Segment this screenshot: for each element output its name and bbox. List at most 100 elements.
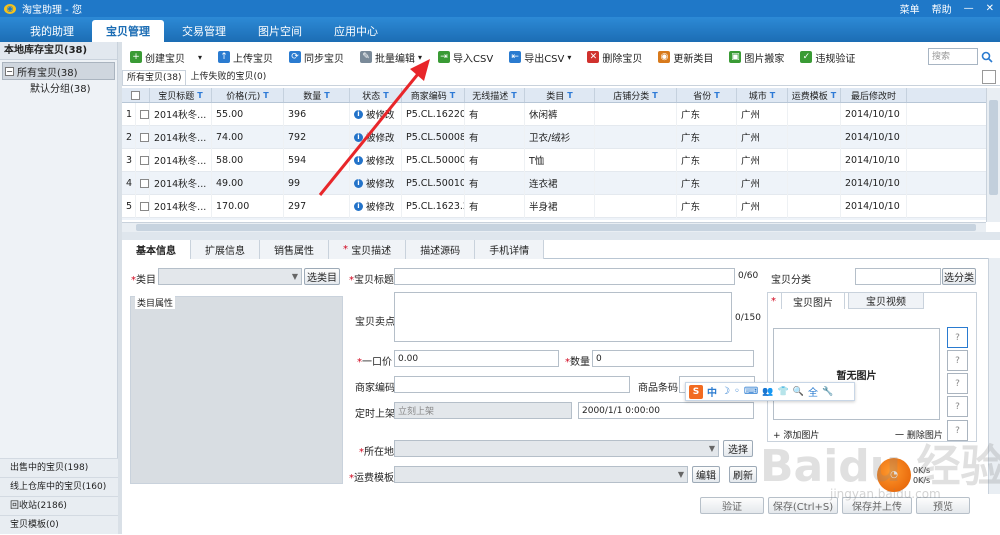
location-select-button[interactable]: 选择 (723, 440, 753, 457)
schedule-select[interactable]: 立刻上架 (394, 402, 572, 419)
tab-extended-info[interactable]: 扩展信息 (191, 240, 260, 259)
column-header[interactable]: 运费模板 T (788, 88, 841, 102)
column-header[interactable]: 无线描述 T (465, 88, 525, 102)
row-checkbox[interactable] (140, 178, 149, 188)
add-image-link[interactable]: + 添加图片 (773, 428, 819, 441)
tab-sales-attributes[interactable]: 销售属性 (260, 240, 329, 259)
column-header[interactable]: 价格(元) T (212, 88, 284, 102)
search-input[interactable]: 搜索 (928, 48, 978, 65)
sync-item-button[interactable]: ⟳ 同步宝贝 (281, 47, 352, 67)
skin-icon[interactable]: 👕 (778, 387, 789, 397)
select-category-button[interactable]: 选类目 (304, 268, 340, 285)
row-checkbox[interactable] (140, 109, 149, 119)
left-item-warehouse[interactable]: 线上仓库中的宝贝(160) (0, 477, 118, 496)
filter-icon[interactable]: T (263, 91, 268, 100)
merchant-code-input[interactable] (394, 376, 630, 393)
search-icon[interactable]: 🔍 (793, 387, 804, 397)
close-button[interactable]: ✕ (986, 3, 994, 14)
scroll-thumb[interactable] (136, 224, 976, 231)
selling-point-textarea[interactable] (394, 292, 732, 342)
scroll-thumb[interactable] (989, 100, 998, 195)
tab-description-source[interactable]: 描述源码 (406, 240, 476, 259)
search-icon[interactable] (978, 48, 996, 65)
upload-item-button[interactable]: ↑ 上传宝贝 (210, 47, 281, 67)
table-row[interactable] (122, 218, 986, 220)
column-header[interactable]: 类目 T (525, 88, 595, 102)
minimize-button[interactable]: — (964, 3, 974, 14)
row-checkbox[interactable] (140, 201, 149, 211)
moon-icon[interactable]: ☽ (721, 386, 730, 397)
filter-icon[interactable]: T (197, 91, 202, 100)
image-thumb-5[interactable]: ? (947, 420, 968, 441)
tab-item-description[interactable]: * 宝贝描述 (329, 240, 407, 259)
preview-button[interactable]: 预览 (916, 496, 970, 514)
tab-all-items[interactable]: 所有宝贝(38) (122, 70, 187, 85)
left-item-template[interactable]: 宝贝模板(0) (0, 515, 118, 534)
image-thumb-4[interactable]: ? (947, 396, 968, 417)
table-row[interactable]: 4 2014秋冬... 49.00 99 i被修改 P5.CL.500108... 有 连衣裙… (122, 171, 986, 195)
nav-tab-item-management[interactable]: 宝贝管理 (92, 20, 164, 42)
update-category-button[interactable]: ◉ 更新类目 (650, 47, 721, 67)
nav-tab-my-assistant[interactable]: 我的助理 (16, 20, 88, 42)
ime-toolbar[interactable]: S 中 ☽ ◦ ⌨ 👥 👕 🔍 全 🔧 (685, 382, 855, 401)
filter-icon[interactable]: T (831, 91, 836, 100)
left-item-recycle[interactable]: 回收站(2186) (0, 496, 118, 515)
fullwidth-icon[interactable]: 全 (808, 384, 818, 399)
schedule-time-input[interactable]: 2000/1/1 0:00:00 (578, 402, 754, 419)
select-all-header[interactable] (122, 88, 150, 102)
column-header[interactable]: 商家编码 T (402, 88, 465, 102)
edit-columns-icon[interactable] (982, 70, 996, 84)
category-select[interactable]: ▼ (158, 268, 302, 285)
import-csv-button[interactable]: ⇥ 导入CSV (430, 47, 501, 67)
image-thumb-3[interactable]: ? (947, 373, 968, 394)
row-checkbox[interactable] (140, 155, 149, 165)
shop-category-input[interactable] (855, 268, 941, 285)
filter-icon[interactable]: T (714, 91, 719, 100)
menu-button[interactable]: 菜单 (900, 1, 920, 16)
table-row[interactable]: 2 2014秋冬... 74.00 792 i被修改 P5.CL.500088... 有 卫衣… (122, 125, 986, 149)
column-header[interactable]: 数量 T (284, 88, 350, 102)
tree-item-default-group[interactable]: 默认分组(38) (0, 82, 117, 98)
image-move-button[interactable]: ▣ 图片搬家 (721, 47, 792, 67)
filter-icon[interactable]: T (652, 91, 657, 100)
speed-ball-icon[interactable]: ◔ (877, 458, 911, 492)
title-input[interactable] (394, 268, 735, 285)
quantity-input[interactable]: 0 (592, 350, 754, 367)
detail-splitter[interactable] (122, 232, 1000, 240)
select-shop-category-button[interactable]: 选分类 (942, 268, 976, 285)
image-thumb-1[interactable]: ? (947, 327, 968, 348)
image-thumb-2[interactable]: ? (947, 350, 968, 371)
freight-edit-button[interactable]: 编辑 (692, 466, 720, 483)
filter-icon[interactable]: T (450, 91, 455, 100)
detail-vertical-scrollbar[interactable] (988, 258, 1000, 494)
settings-icon[interactable]: 🔧 (822, 387, 833, 397)
tab-basic-info[interactable]: 基本信息 (122, 240, 191, 259)
batch-edit-button[interactable]: ✎ 批量编辑 ▾ (352, 47, 430, 67)
keyboard-icon[interactable]: ⌨ (744, 386, 758, 397)
location-select[interactable]: ▼ (394, 440, 719, 457)
column-header[interactable]: 城市 T (737, 88, 788, 102)
dropdown-icon[interactable]: ▾ (567, 53, 571, 62)
save-button[interactable]: 保存(Ctrl+S) (768, 496, 838, 514)
export-csv-button[interactable]: ⇤ 导出CSV ▾ (501, 47, 579, 67)
violation-check-button[interactable]: ✓ 违规验证 (792, 47, 863, 67)
nav-tab-image-space[interactable]: 图片空间 (244, 20, 316, 42)
freight-refresh-button[interactable]: 刷新 (729, 466, 757, 483)
user-icon[interactable]: 👥 (762, 387, 773, 397)
dropdown-icon[interactable]: ▾ (198, 53, 202, 62)
select-all-checkbox[interactable] (131, 90, 140, 100)
filter-icon[interactable]: T (383, 91, 388, 100)
remove-image-link[interactable]: 一 删除图片 (895, 428, 943, 441)
column-header[interactable]: 状态 T (350, 88, 402, 102)
nav-tab-trade-management[interactable]: 交易管理 (168, 20, 240, 42)
nav-tab-app-center[interactable]: 应用中心 (320, 20, 392, 42)
freight-select[interactable]: ▼ (394, 466, 688, 483)
help-button[interactable]: 帮助 (932, 1, 952, 16)
filter-icon[interactable]: T (770, 91, 775, 100)
filter-icon[interactable]: T (567, 91, 572, 100)
grid-vertical-scrollbar[interactable] (986, 88, 1000, 222)
row-checkbox[interactable] (140, 132, 149, 142)
save-upload-button[interactable]: 保存并上传 (842, 496, 912, 514)
collapse-icon[interactable]: − (5, 66, 14, 76)
tab-mobile-details[interactable]: 手机详情 (475, 240, 545, 259)
